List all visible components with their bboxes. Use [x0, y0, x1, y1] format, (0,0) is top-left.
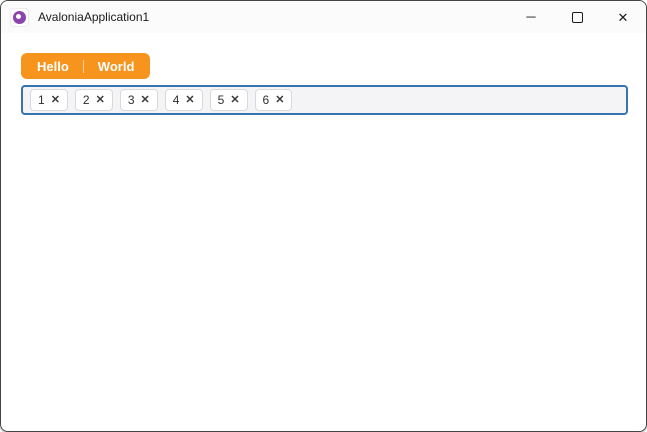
- close-icon: ✕: [617, 9, 629, 25]
- avalonia-logo-glyph: [13, 10, 26, 24]
- minimize-icon: ─: [526, 8, 536, 24]
- title-bar[interactable]: AvaloniaApplication1 ─ ✕: [1, 1, 646, 33]
- tab-world[interactable]: World: [84, 53, 149, 79]
- maximize-icon: [571, 11, 583, 23]
- tag-chip[interactable]: 5 ✕: [209, 89, 248, 111]
- tag-remove-icon[interactable]: ✕: [96, 94, 105, 106]
- minimize-button[interactable]: ─: [508, 1, 554, 33]
- tag-remove-icon[interactable]: ✕: [51, 94, 60, 106]
- tag-chip-label: 4: [172, 93, 180, 107]
- maximize-button[interactable]: [554, 1, 600, 33]
- tag-chip-label: 5: [217, 93, 225, 107]
- tag-chip-label: 2: [82, 93, 90, 107]
- tab-hello[interactable]: Hello: [23, 53, 83, 79]
- tag-chip-label: 6: [262, 93, 270, 107]
- tag-chip-label: 1: [38, 93, 45, 107]
- tag-remove-icon[interactable]: ✕: [185, 94, 194, 106]
- caption-buttons: ─ ✕: [508, 1, 646, 33]
- app-window: AvaloniaApplication1 ─ ✕ Hello World 1 ✕: [0, 0, 647, 432]
- tag-remove-icon[interactable]: ✕: [275, 94, 284, 106]
- window-title: AvaloniaApplication1: [38, 10, 150, 24]
- client-area: Hello World 1 ✕ 2 ✕ 3 ✕ 4 ✕ 5 ✕ 6 ✕: [1, 33, 646, 431]
- tag-chip[interactable]: 3 ✕: [119, 89, 158, 111]
- tag-chip[interactable]: 6 ✕: [254, 89, 293, 111]
- tag-remove-icon[interactable]: ✕: [230, 94, 239, 106]
- avalonia-logo-icon: [10, 7, 29, 27]
- close-button[interactable]: ✕: [600, 1, 646, 33]
- tag-chip[interactable]: 4 ✕: [164, 89, 203, 111]
- tag-chip-label: 3: [127, 93, 135, 107]
- tab-strip: Hello World: [21, 53, 151, 79]
- tag-chip[interactable]: 1 ✕: [30, 89, 68, 111]
- tag-remove-icon[interactable]: ✕: [141, 94, 150, 106]
- tags-input[interactable]: 1 ✕ 2 ✕ 3 ✕ 4 ✕ 5 ✕ 6 ✕: [21, 85, 628, 115]
- tag-chip[interactable]: 2 ✕: [74, 89, 113, 111]
